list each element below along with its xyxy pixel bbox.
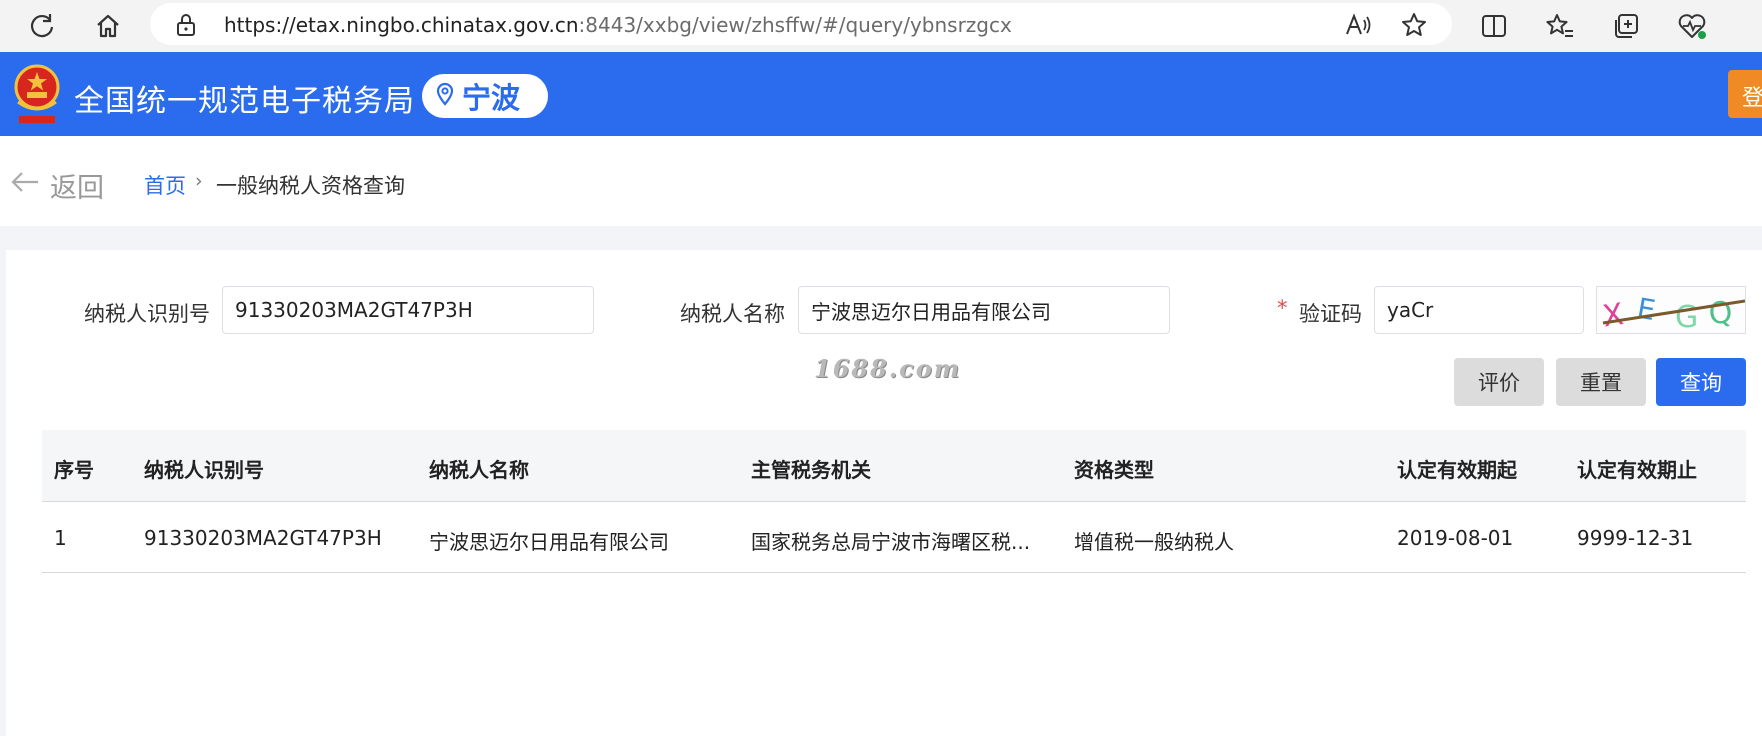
address-bar[interactable]: https://etax.ningbo.chinatax.gov.cn:8443… [150,3,1452,45]
svg-text:Q: Q [1707,295,1734,332]
cell-taxpayer-id: 91330203MA2GT47P3H [144,526,382,550]
breadcrumb-separator: › [195,170,203,192]
collections-icon[interactable] [1606,6,1646,46]
url-host: https://etax.ningbo.chinatax.gov.cn [224,13,579,37]
cell-valid-to: 9999-12-31 [1577,526,1694,550]
captcha-label: 验证码 [1299,302,1362,326]
city-selector[interactable]: 宁波 [422,74,548,118]
split-screen-icon[interactable] [1474,6,1514,46]
url-text[interactable]: https://etax.ningbo.chinatax.gov.cn:8443… [224,13,1012,37]
url-path: :8443/xxbg/view/zhsffw/#/query/ybnsrzgcx [578,13,1012,37]
section-divider [0,226,1762,250]
favorite-star-icon[interactable] [1400,11,1428,43]
svg-text:X: X [1600,297,1625,334]
query-button[interactable]: 查询 [1656,358,1746,406]
taxpayer-id-input[interactable] [222,286,594,334]
captcha-input[interactable] [1374,286,1584,334]
arrow-left-icon [10,170,40,201]
city-name: 宁波 [462,81,521,115]
browser-toolbar: https://etax.ningbo.chinatax.gov.cn:8443… [0,0,1762,52]
back-button[interactable]: 返回 [10,166,104,205]
lock-icon[interactable] [176,13,196,41]
read-aloud-icon[interactable] [1344,12,1372,42]
captcha-image[interactable]: X E G Q [1596,286,1746,334]
breadcrumb-current: 一般纳税人资格查询 [216,174,405,198]
column-header-valid-to: 认定有效期止 [1577,458,1697,482]
breadcrumb-home-link[interactable]: 首页 [144,170,186,200]
back-label: 返回 [50,173,104,204]
column-header-valid-from: 认定有效期起 [1397,458,1517,482]
location-pin-icon [436,82,454,110]
rate-button[interactable]: 评价 [1454,358,1544,406]
home-icon[interactable] [88,6,128,46]
taxpayer-name-label: 纳税人名称 [680,302,785,326]
favorites-icon[interactable] [1540,6,1580,46]
table-row[interactable]: 1 91330203MA2GT47P3H 宁波思迈尔日用品有限公司 国家税务总局… [42,502,1746,573]
browser-essentials-icon[interactable] [1672,6,1712,46]
cell-qualification-type: 增值税一般纳税人 [1074,530,1234,554]
taxpayer-id-label: 纳税人识别号 [84,302,210,326]
column-header-taxpayer-id: 纳税人识别号 [144,458,264,482]
national-emblem-logo [12,62,62,126]
refresh-icon[interactable] [22,6,62,46]
cell-valid-from: 2019-08-01 [1397,526,1514,550]
table-header: 序号 纳税人识别号 纳税人名称 主管税务机关 资格类型 认定有效期起 认定有效期… [42,430,1746,502]
column-header-index: 序号 [54,458,94,482]
svg-text:E: E [1635,292,1658,328]
reset-button[interactable]: 重置 [1556,358,1646,406]
watermark-text: 1688.com [814,354,962,383]
column-header-qualification-type: 资格类型 [1074,458,1154,482]
cell-index: 1 [54,526,67,550]
column-header-tax-authority: 主管税务机关 [751,458,871,482]
required-marker: * [1277,296,1288,320]
site-header: 全国统一规范电子税务局 宁波 登录 [0,52,1762,136]
breadcrumb: 返回 首页 › 一般纳税人资格查询 [0,136,1762,226]
site-title: 全国统一规范电子税务局 [74,84,415,119]
login-button[interactable]: 登录 [1728,70,1762,118]
column-header-taxpayer-name: 纳税人名称 [429,458,529,482]
content-edge [0,250,6,736]
cell-tax-authority: 国家税务总局宁波市海曙区税... [751,530,1031,554]
svg-text:G: G [1675,300,1698,334]
cell-taxpayer-name: 宁波思迈尔日用品有限公司 [429,530,669,554]
taxpayer-name-input[interactable] [798,286,1170,334]
